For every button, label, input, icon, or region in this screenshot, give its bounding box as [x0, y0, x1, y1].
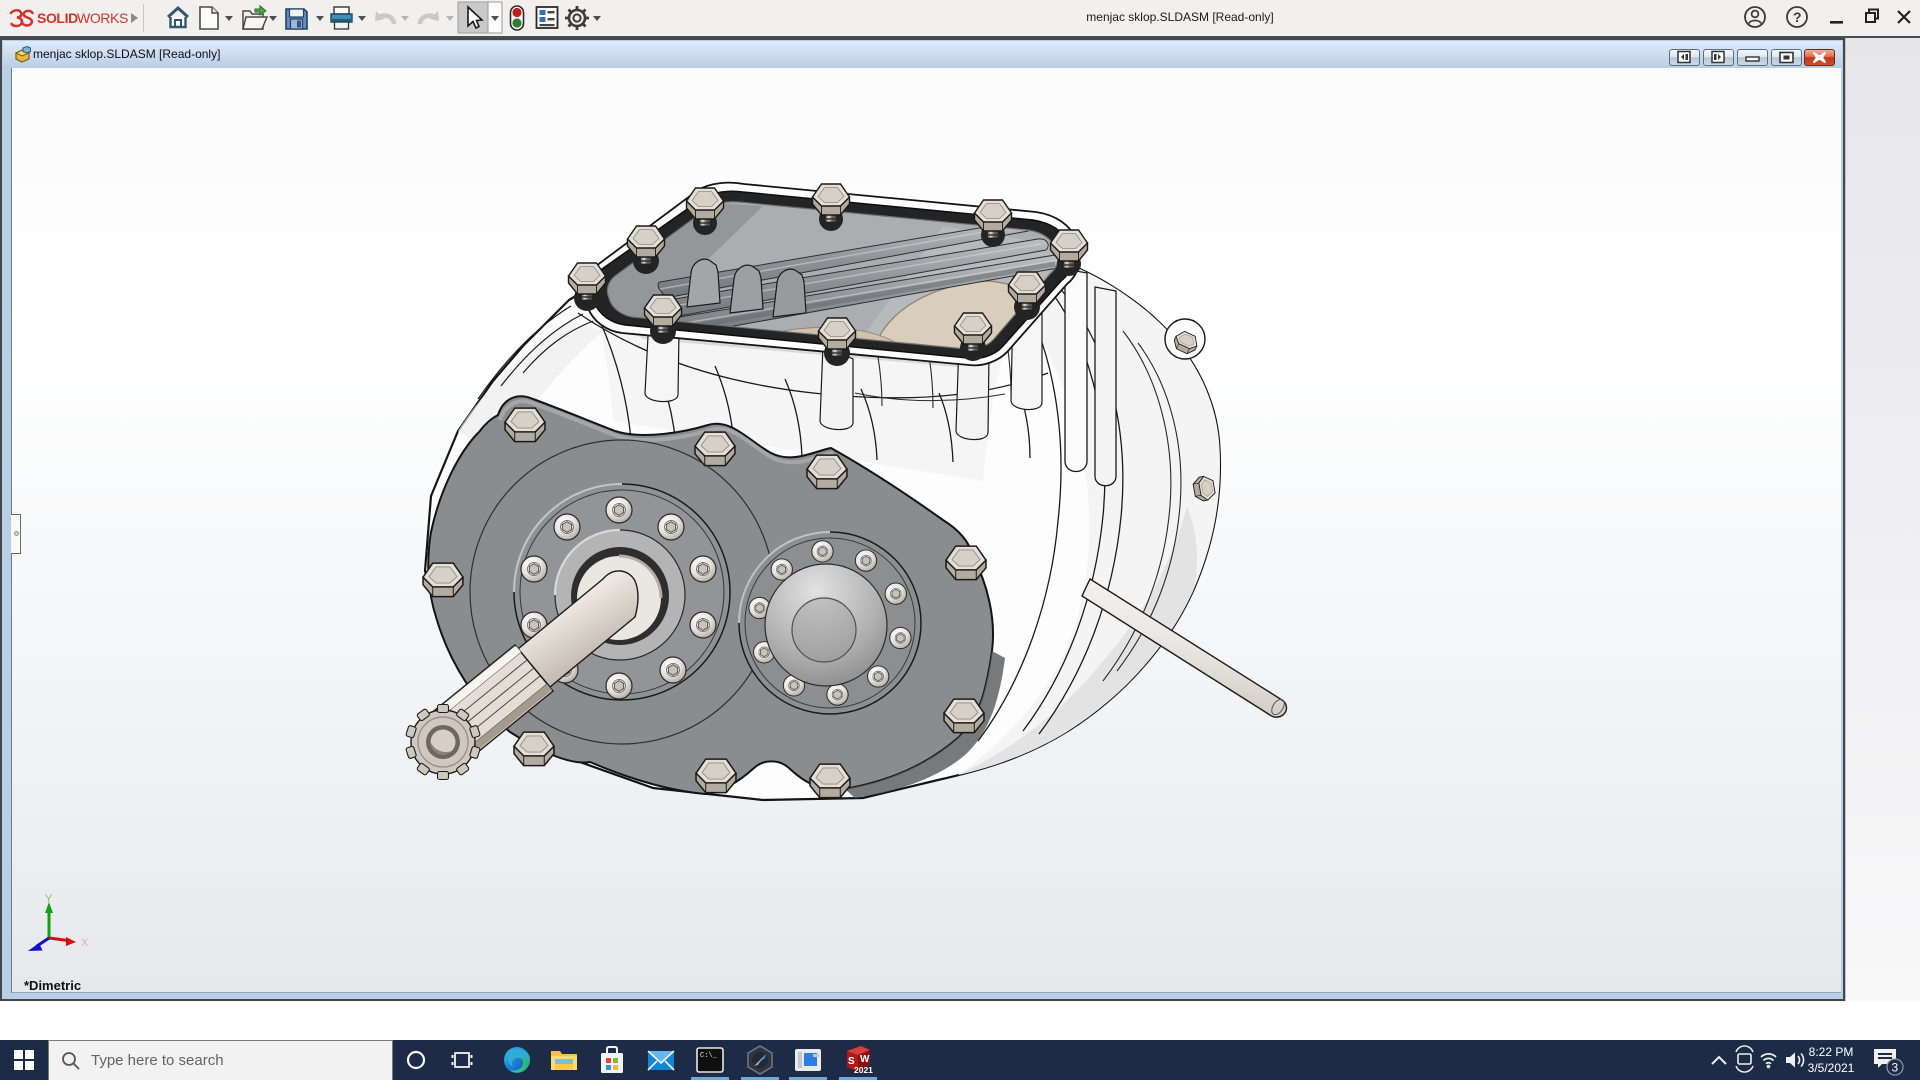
svg-text:2021: 2021: [854, 1065, 873, 1075]
svg-text:WORKS: WORKS: [77, 10, 128, 26]
svg-text:SOLID: SOLID: [37, 10, 78, 26]
svg-text:C:\_: C:\_: [700, 1052, 718, 1060]
svg-text:W: W: [860, 1054, 870, 1065]
svg-text:?: ?: [1793, 9, 1802, 25]
svg-text:X: X: [81, 937, 89, 949]
svg-text:3: 3: [1892, 1061, 1899, 1075]
